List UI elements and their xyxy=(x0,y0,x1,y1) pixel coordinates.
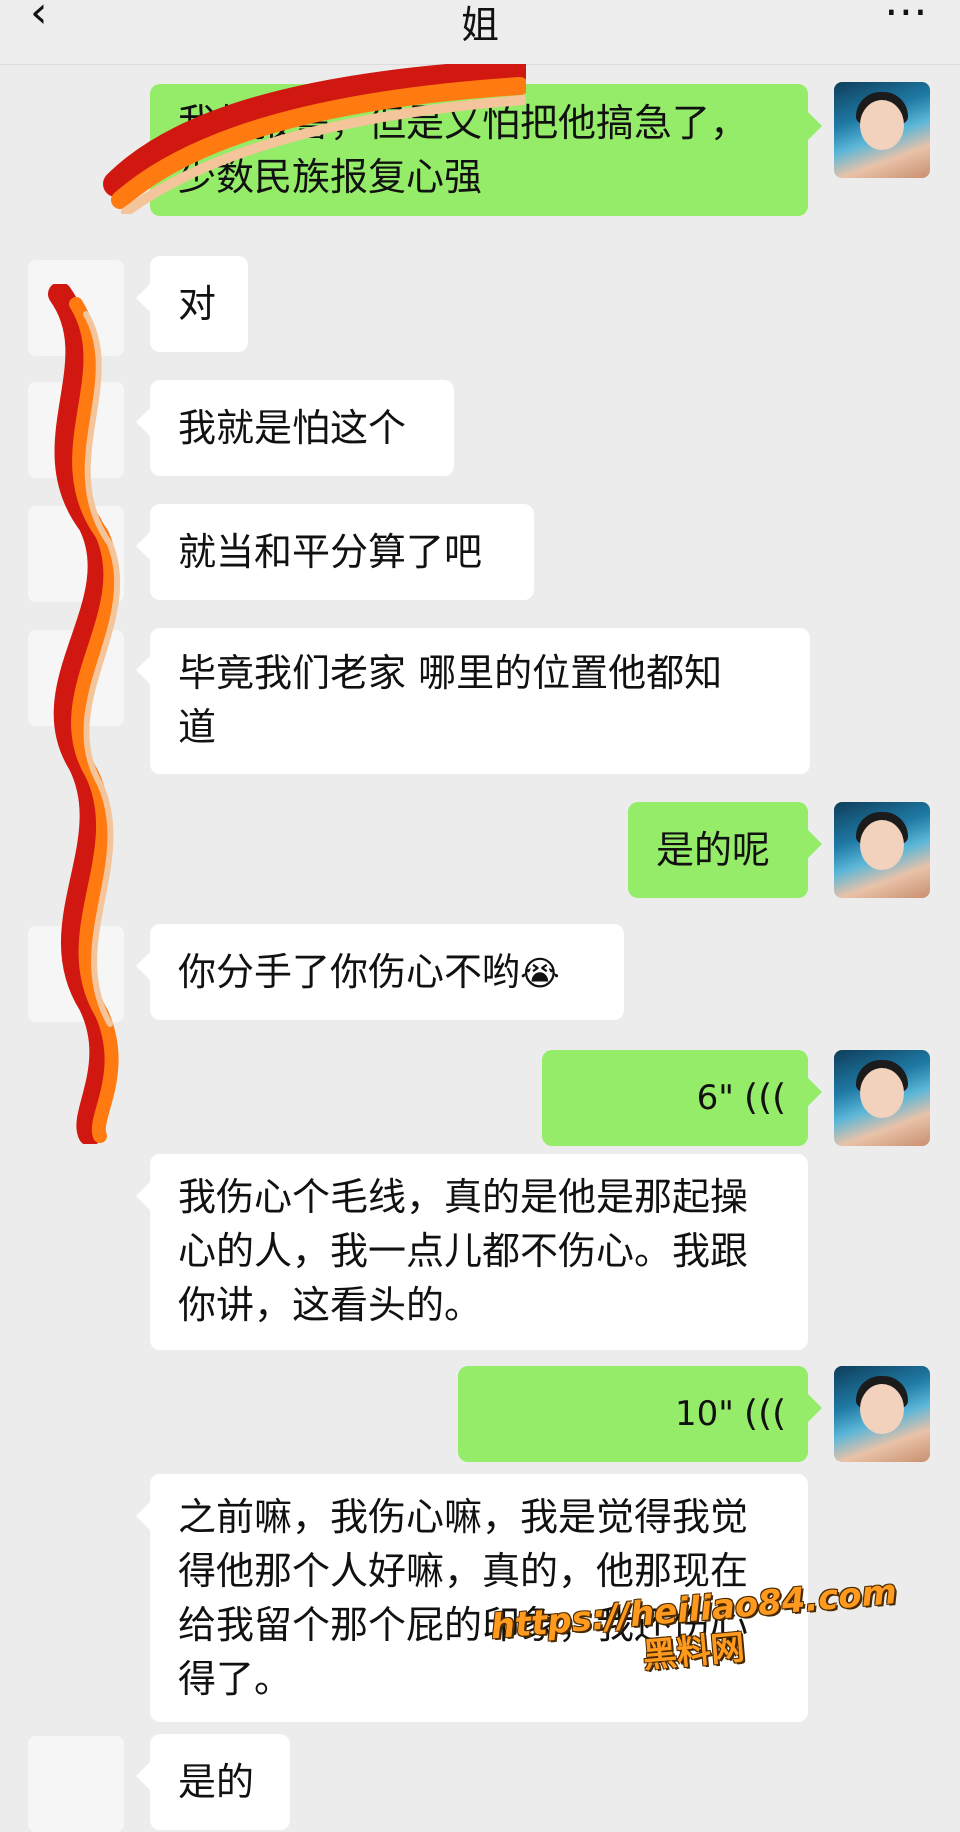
message-text-line: 我伤心个毛线，真的是他是那起操 xyxy=(178,1175,749,1219)
message-bubble-sent[interactable]: 是的呢 xyxy=(628,802,822,898)
avatar-contact[interactable] xyxy=(28,382,124,478)
message-text-line: 道 xyxy=(178,705,217,749)
message-bubble-received[interactable]: 就当和平分算了吧 xyxy=(136,504,534,600)
avatar-self[interactable] xyxy=(834,802,930,898)
voice-wave-icon: ))) xyxy=(743,1394,786,1435)
chat-header: ‹ 姐 ⋯ xyxy=(0,0,960,65)
message-bubble-received[interactable]: 我伤心个毛线，真的是他是那起操 心的人，我一点儿都不伤心。我跟 你讲，这看头的。 xyxy=(136,1154,808,1350)
voice-duration: 6" xyxy=(696,1078,734,1118)
crying-face-icon: 😭 xyxy=(520,954,560,994)
message-bubble-received[interactable]: 之前嘛，我伤心嘛，我是觉得我觉 得他那个人好嘛，真的，他那现在 给我留个那个屁的… xyxy=(136,1474,808,1722)
voice-message-sent[interactable]: 10" ))) xyxy=(458,1366,822,1462)
message-text-line: 我想报警，但是又怕把他搞急了， xyxy=(178,101,749,145)
avatar-self[interactable] xyxy=(834,1050,930,1146)
message-bubble-received[interactable]: 对 xyxy=(136,256,248,352)
message-text-line: 毕竟我们老家 哪里的位置他都知 xyxy=(178,651,723,695)
voice-wave-icon: ))) xyxy=(743,1078,786,1119)
message-text-line: 给我留个那个屁的印象，我还伤心 xyxy=(178,1603,749,1647)
voice-duration: 10" xyxy=(674,1394,734,1434)
avatar-contact[interactable] xyxy=(28,1736,124,1832)
message-text-line: 我就是怕这个 xyxy=(178,406,407,450)
message-bubble-received[interactable]: 我就是怕这个 xyxy=(136,380,454,476)
message-text-line: 少数民族报复心强 xyxy=(178,155,483,199)
message-text-line: 是的 xyxy=(178,1760,255,1804)
avatar-self[interactable] xyxy=(834,82,930,178)
message-text-line: 你讲，这看头的。 xyxy=(178,1283,483,1327)
back-icon[interactable]: ‹ xyxy=(30,0,80,40)
avatar-contact[interactable] xyxy=(28,630,124,726)
more-icon[interactable]: ⋯ xyxy=(884,0,930,37)
message-bubble-received[interactable]: 是的 xyxy=(136,1734,290,1830)
message-bubble-received[interactable]: 毕竟我们老家 哪里的位置他都知 道 xyxy=(136,628,810,774)
avatar-self[interactable] xyxy=(834,1366,930,1462)
avatar-contact[interactable] xyxy=(28,260,124,356)
avatar-contact[interactable] xyxy=(28,506,124,602)
avatar-contact[interactable] xyxy=(28,926,124,1022)
message-text-line: 得了。 xyxy=(178,1657,293,1701)
message-text-line: 是的呢 xyxy=(656,828,771,872)
message-bubble-received[interactable]: 你分手了你伤心不哟😭 xyxy=(136,924,624,1020)
message-text-line: 就当和平分算了吧 xyxy=(178,530,483,574)
message-bubble-sent[interactable]: 我想报警，但是又怕把他搞急了， 少数民族报复心强 xyxy=(150,84,822,216)
chat-title: 姐 xyxy=(460,3,499,47)
message-text-line: 之前嘛，我伤心嘛，我是觉得我觉 xyxy=(178,1495,749,1539)
message-text-line: 你分手了你伤心不哟 xyxy=(178,950,521,994)
message-text-line: 心的人，我一点儿都不伤心。我跟 xyxy=(178,1229,749,1273)
chat-message-list[interactable]: 我想报警，但是又怕把他搞急了， 少数民族报复心强 对 我就是怕这个 就当和平分算… xyxy=(0,64,960,1832)
message-text-line: 得他那个人好嘛，真的，他那现在 xyxy=(178,1549,749,1593)
message-text-line: 对 xyxy=(178,282,217,326)
voice-message-sent[interactable]: 6" ))) xyxy=(542,1050,822,1146)
